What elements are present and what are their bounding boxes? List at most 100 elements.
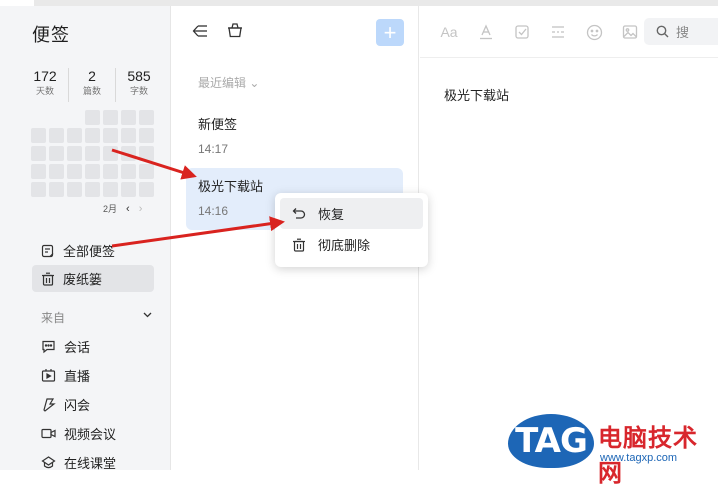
trash-basket-button[interactable] bbox=[226, 21, 244, 39]
search-icon bbox=[656, 25, 669, 38]
source-flash-meeting[interactable]: 闪会 bbox=[41, 395, 90, 414]
calendar-day-cell bbox=[85, 182, 100, 197]
image-icon[interactable] bbox=[621, 23, 639, 41]
editor-pane: Aa 搜 极光下载站 bbox=[420, 6, 718, 470]
activity-calendar bbox=[31, 110, 155, 198]
chevron-down-icon: ⌄ bbox=[249, 76, 260, 90]
calendar-day-cell bbox=[31, 146, 46, 161]
video-icon bbox=[41, 428, 56, 439]
stat-value: 585 bbox=[127, 68, 151, 84]
stat-notes: 2 篇数 bbox=[69, 68, 116, 102]
stat-label: 字数 bbox=[129, 86, 148, 96]
source-section-header[interactable]: 来自 bbox=[41, 309, 153, 326]
trash-icon bbox=[42, 272, 54, 286]
source-label: 视频会议 bbox=[64, 427, 117, 442]
note-time: 14:17 bbox=[198, 142, 229, 156]
calendar-day-cell bbox=[139, 128, 154, 143]
text-color-icon[interactable] bbox=[477, 23, 495, 41]
editor-content[interactable]: 极光下载站 bbox=[444, 85, 509, 104]
calendar-day-cell bbox=[49, 164, 64, 179]
live-icon bbox=[41, 369, 56, 382]
nav-label: 全部便签 bbox=[63, 244, 116, 259]
calendar-day-cell bbox=[103, 128, 118, 143]
emoji-icon[interactable] bbox=[585, 23, 603, 41]
collapse-icon bbox=[192, 25, 207, 37]
sort-label: 最近编辑 bbox=[198, 76, 247, 90]
note-item[interactable]: 新便签 14:17 bbox=[186, 106, 403, 168]
nav-trash[interactable]: 废纸篓 bbox=[32, 265, 154, 292]
sort-dropdown[interactable]: 最近编辑 ⌄ bbox=[198, 74, 259, 91]
month-label: 2月 bbox=[103, 204, 118, 214]
calendar-day-cell bbox=[103, 164, 118, 179]
section-label: 来自 bbox=[41, 311, 66, 325]
search-placeholder: 搜 bbox=[676, 25, 690, 40]
flash-meeting-icon bbox=[43, 398, 56, 412]
editor-toolbar: Aa 搜 bbox=[420, 6, 718, 58]
calendar-day-cell bbox=[49, 128, 64, 143]
source-online-class[interactable]: 在线课堂 bbox=[41, 453, 116, 472]
collapse-sidebar-button[interactable] bbox=[191, 22, 209, 40]
calendar-day-cell bbox=[49, 146, 64, 161]
calendar-day-cell bbox=[139, 146, 154, 161]
chevron-down-icon bbox=[143, 312, 152, 318]
calendar-day-cell bbox=[85, 146, 100, 161]
divider-icon[interactable] bbox=[549, 23, 567, 41]
calendar-day-cell bbox=[121, 182, 136, 197]
month-nav: 2月 ‹ › bbox=[103, 202, 142, 215]
calendar-day-cell bbox=[67, 110, 82, 125]
trash-icon bbox=[293, 238, 305, 252]
next-month-icon[interactable]: › bbox=[139, 203, 143, 215]
add-note-button[interactable]: + bbox=[376, 19, 404, 46]
calendar-day-cell bbox=[103, 110, 118, 125]
watermark-logo: TAG bbox=[508, 414, 594, 468]
calendar-day-cell bbox=[67, 128, 82, 143]
stat-days: 172 天数 bbox=[22, 68, 69, 102]
calendar-day-cell bbox=[139, 164, 154, 179]
stat-words: 585 字数 bbox=[116, 68, 162, 102]
search-box[interactable]: 搜 bbox=[644, 18, 718, 45]
checkbox-icon[interactable] bbox=[513, 23, 531, 41]
source-label: 会话 bbox=[64, 340, 91, 355]
basket-icon bbox=[228, 23, 242, 38]
note-title: 新便签 bbox=[198, 117, 238, 132]
sidebar: 便签 172 天数 2 篇数 585 字数 2月 ‹ › 全部便签 废纸篓 来自 bbox=[0, 6, 171, 472]
calendar-day-cell bbox=[85, 164, 100, 179]
calendar-day-cell bbox=[31, 182, 46, 197]
calendar-day-cell bbox=[139, 182, 154, 197]
calendar-day-cell bbox=[49, 182, 64, 197]
prev-month-icon[interactable]: ‹ bbox=[126, 203, 130, 215]
watermark: TAG 电脑技术网 www.tagxp.com bbox=[506, 414, 718, 487]
app-title: 便签 bbox=[32, 25, 70, 45]
calendar-day-cell bbox=[121, 128, 136, 143]
calendar-day-cell bbox=[67, 182, 82, 197]
restore-menu-item[interactable]: 恢复 bbox=[280, 198, 423, 229]
calendar-day-cell bbox=[31, 128, 46, 143]
calendar-day-cell bbox=[121, 146, 136, 161]
stat-value: 2 bbox=[88, 68, 96, 84]
nav-all-notes[interactable]: 全部便签 bbox=[32, 237, 154, 264]
font-size-icon[interactable]: Aa bbox=[440, 23, 458, 41]
source-live[interactable]: 直播 bbox=[41, 366, 90, 385]
calendar-day-cell bbox=[103, 146, 118, 161]
calendar-day-cell bbox=[31, 110, 46, 125]
calendar-day-cell bbox=[121, 110, 136, 125]
calendar-day-cell bbox=[67, 164, 82, 179]
source-label: 在线课堂 bbox=[64, 456, 117, 471]
chat-icon bbox=[42, 340, 55, 354]
context-menu: 恢复 彻底删除 bbox=[275, 193, 428, 267]
delete-permanently-menu-item[interactable]: 彻底删除 bbox=[280, 229, 423, 260]
calendar-day-cell bbox=[49, 110, 64, 125]
calendar-day-cell bbox=[103, 182, 118, 197]
stats-panel: 172 天数 2 篇数 585 字数 bbox=[22, 68, 162, 102]
nav-label: 废纸篓 bbox=[63, 272, 103, 287]
menu-label: 恢复 bbox=[318, 207, 345, 222]
source-label: 直播 bbox=[64, 369, 91, 384]
stat-label: 天数 bbox=[35, 86, 54, 96]
calendar-day-cell bbox=[31, 164, 46, 179]
source-video-meeting[interactable]: 视频会议 bbox=[41, 424, 116, 443]
restore-icon bbox=[292, 207, 306, 219]
calendar-day-cell bbox=[139, 110, 154, 125]
classroom-icon bbox=[41, 456, 56, 469]
source-chat[interactable]: 会话 bbox=[41, 337, 90, 356]
stat-label: 篇数 bbox=[82, 86, 101, 96]
